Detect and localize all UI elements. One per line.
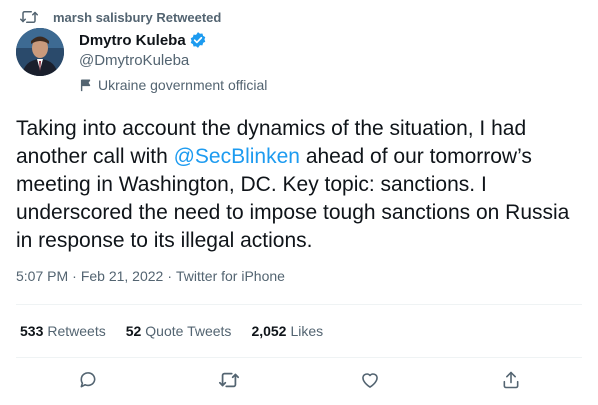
tweet-source-link[interactable]: Twitter for iPhone xyxy=(176,268,285,284)
reply-button[interactable] xyxy=(76,370,100,394)
retweeted-by-link[interactable]: marsh salisbury Retweeted xyxy=(53,10,221,25)
quote-tweets-label: Quote Tweets xyxy=(145,323,232,339)
likes-label: Likes xyxy=(290,323,324,339)
retweets-stat[interactable]: 533 Retweets xyxy=(20,323,106,339)
likes-count: 2,052 xyxy=(251,323,287,339)
retweets-label: Retweets xyxy=(47,323,106,339)
divider xyxy=(16,304,582,305)
avatar[interactable] xyxy=(16,28,64,76)
tweet-metadata: 5:07 PM · Feb 21, 2022 · Twitter for iPh… xyxy=(16,268,285,284)
government-label-text: Ukraine government official xyxy=(98,77,268,93)
author-display-name[interactable]: Dmytro Kuleba xyxy=(79,32,186,49)
like-icon xyxy=(360,370,380,395)
likes-stat[interactable]: 2,052 Likes xyxy=(251,323,323,339)
separator: · xyxy=(167,268,172,284)
tweet-stats: 533 Retweets 52 Quote Tweets 2,052 Likes xyxy=(20,323,343,339)
retweet-icon xyxy=(218,370,240,395)
verified-badge-icon xyxy=(189,31,207,49)
tweet-time-link[interactable]: 5:07 PM xyxy=(16,268,68,284)
separator: · xyxy=(72,268,77,284)
retweet-context: marsh salisbury Retweeted xyxy=(20,9,221,25)
quote-tweets-stat[interactable]: 52 Quote Tweets xyxy=(126,323,232,339)
reply-icon xyxy=(78,370,98,395)
retweet-button[interactable] xyxy=(217,370,241,394)
author-handle[interactable]: @DmytroKuleba xyxy=(79,51,267,71)
like-button[interactable] xyxy=(358,370,382,394)
quote-tweets-count: 52 xyxy=(125,323,142,339)
tweet-actions xyxy=(0,370,598,394)
government-label[interactable]: Ukraine government official xyxy=(79,75,267,95)
tweet-author: Dmytro Kuleba @DmytroKuleba Ukraine gove… xyxy=(16,28,267,95)
divider xyxy=(16,357,582,358)
flag-icon xyxy=(79,78,93,92)
tweet-date-link[interactable]: Feb 21, 2022 xyxy=(81,268,164,284)
retweets-count: 533 xyxy=(20,323,44,339)
mention-link[interactable]: @SecBlinken xyxy=(174,145,300,168)
share-icon xyxy=(501,370,521,395)
share-button[interactable] xyxy=(499,370,523,394)
retweet-icon xyxy=(20,9,38,25)
tweet-text: Taking into account the dynamics of the … xyxy=(16,115,586,255)
